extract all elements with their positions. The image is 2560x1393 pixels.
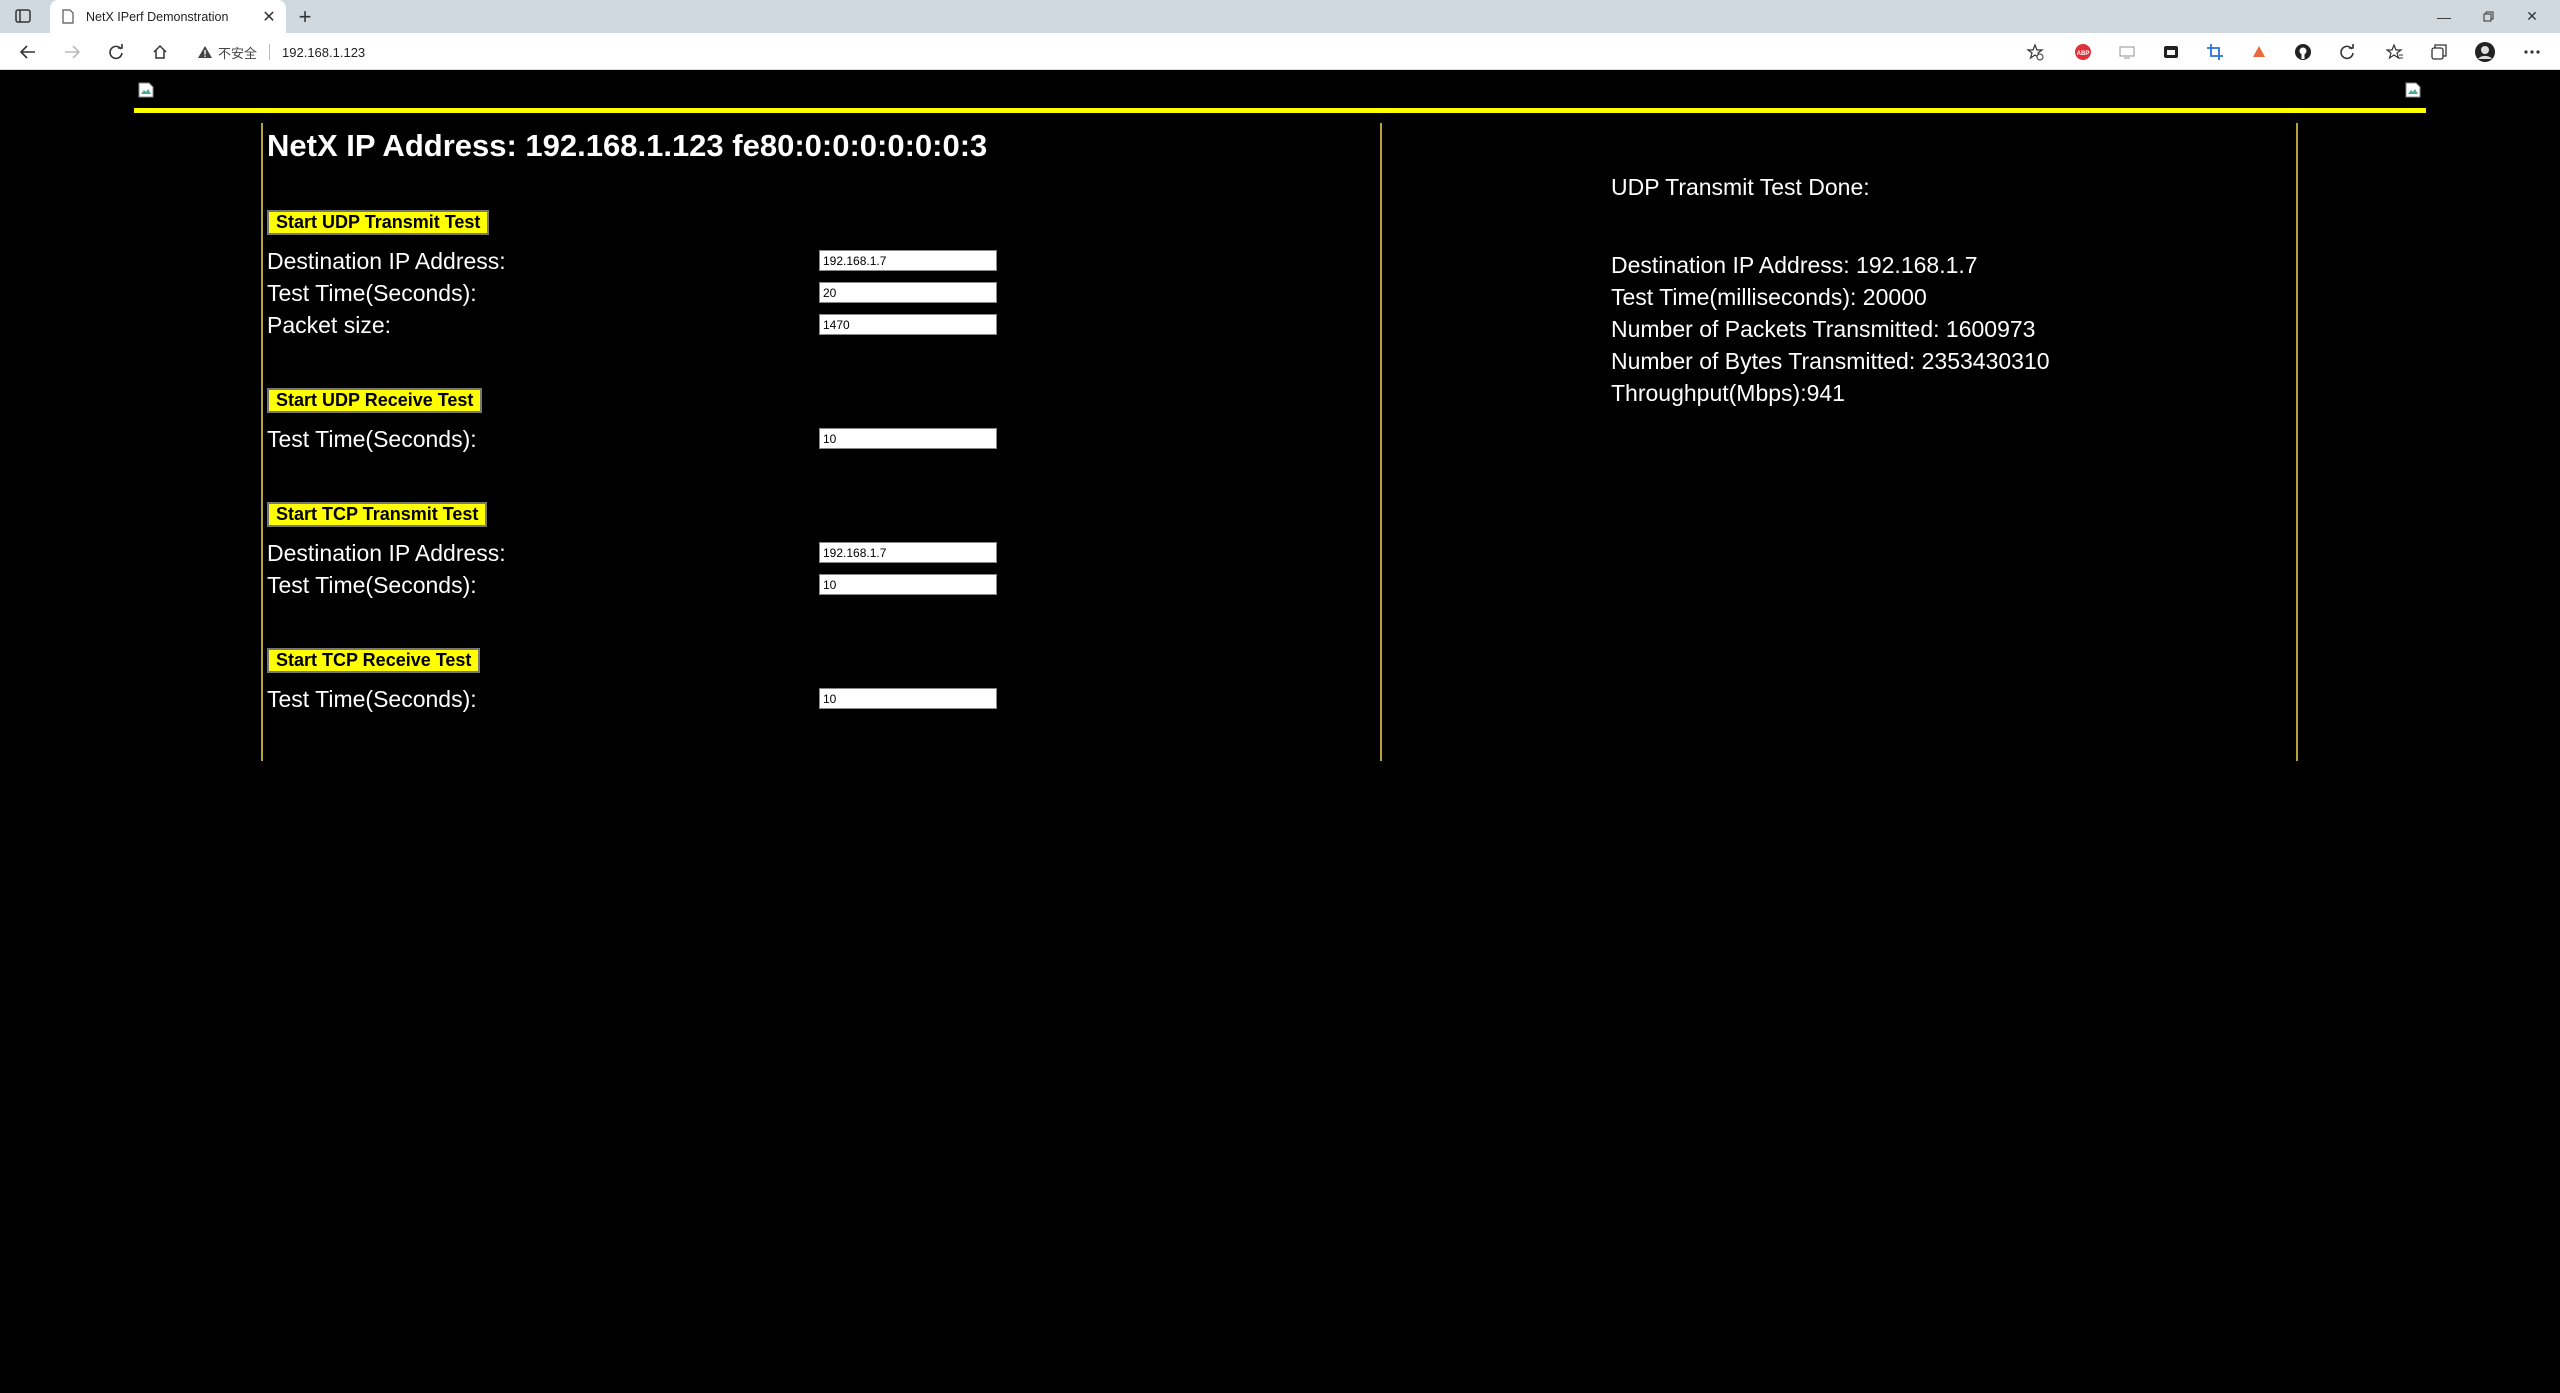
udp-tx-size-label: Packet size: [267, 312, 391, 338]
broken-image-icon [138, 82, 154, 98]
collections-icon[interactable] [2427, 40, 2451, 64]
result-status: UDP Transmit Test Done: [1611, 174, 1870, 200]
column-divider [1380, 123, 1382, 761]
start-tcp-transmit-button[interactable]: Start TCP Transmit Test [267, 502, 488, 527]
ip-address-heading: NetX IP Address: 192.168.1.123 fe80:0:0:… [267, 128, 988, 163]
new-tab-icon[interactable]: + [292, 4, 318, 30]
result-test-time: Test Time(milliseconds): 20000 [1611, 284, 1927, 310]
page-content: NetX IP Address: 192.168.1.123 fe80:0:0:… [0, 70, 2560, 1393]
insecure-label: 不安全 [218, 45, 258, 61]
favorite-add-icon[interactable] [2023, 40, 2047, 64]
restore-icon[interactable] [2466, 0, 2510, 33]
cast-icon[interactable] [2115, 40, 2139, 64]
warning-icon[interactable] [196, 43, 214, 61]
adblock-icon[interactable]: ABP [2071, 40, 2095, 64]
udp-tx-time-label: Test Time(Seconds): [267, 280, 477, 306]
broken-image-icon [2405, 82, 2421, 98]
favorites-icon[interactable] [2383, 40, 2407, 64]
home-icon[interactable] [146, 38, 174, 66]
tab-strip: NetX IPerf Demonstration ✕ + — ✕ [0, 0, 2560, 33]
column-divider [261, 123, 263, 761]
column-divider [2296, 123, 2298, 761]
udp-tx-size-input[interactable] [819, 314, 997, 335]
forward-icon[interactable] [58, 38, 86, 66]
profile-avatar-icon[interactable] [2473, 40, 2497, 64]
header-rule [134, 108, 2426, 113]
tcp-rx-time-input[interactable] [819, 688, 997, 709]
page-icon [60, 9, 76, 25]
more-icon[interactable] [2520, 40, 2544, 64]
extension-icon[interactable] [2159, 40, 2183, 64]
close-icon[interactable]: ✕ [256, 4, 282, 30]
tcp-tx-dest-input[interactable] [819, 542, 997, 563]
result-throughput: Throughput(Mbps):941 [1611, 380, 1845, 406]
result-packets: Number of Packets Transmitted: 1600973 [1611, 316, 2036, 342]
udp-tx-dest-label: Destination IP Address: [267, 248, 506, 274]
tcp-tx-dest-label: Destination IP Address: [267, 540, 506, 566]
reload-icon[interactable] [102, 38, 130, 66]
tcp-rx-time-label: Test Time(Seconds): [267, 686, 477, 712]
tab-title: NetX IPerf Demonstration [86, 9, 229, 24]
tcp-tx-time-label: Test Time(Seconds): [267, 572, 477, 598]
url-text[interactable]: 192.168.1.123 [282, 45, 365, 60]
udp-rx-time-input[interactable] [819, 428, 997, 449]
udp-tx-dest-input[interactable] [819, 250, 997, 271]
github-icon[interactable] [2291, 40, 2315, 64]
udp-rx-time-label: Test Time(Seconds): [267, 426, 477, 452]
divider [269, 44, 271, 60]
tab-actions-icon[interactable] [12, 6, 34, 26]
active-tab[interactable]: NetX IPerf Demonstration ✕ [50, 0, 286, 33]
tcp-tx-time-input[interactable] [819, 574, 997, 595]
start-udp-transmit-button[interactable]: Start UDP Transmit Test [267, 210, 490, 235]
udp-tx-time-input[interactable] [819, 282, 997, 303]
svg-text:ABP: ABP [2077, 51, 2090, 57]
crop-icon[interactable] [2203, 40, 2227, 64]
address-bar[interactable]: 不安全 192.168.1.123 [196, 38, 2026, 66]
sync-icon[interactable] [2335, 40, 2359, 64]
result-bytes: Number of Bytes Transmitted: 2353430310 [1611, 348, 2050, 374]
browser-toolbar: 不安全 192.168.1.123 ABP [0, 33, 2560, 70]
back-icon[interactable] [14, 38, 42, 66]
minimize-icon[interactable]: — [2422, 0, 2466, 33]
triangle-ext-icon[interactable] [2247, 40, 2271, 64]
result-destination: Destination IP Address: 192.168.1.7 [1611, 252, 1978, 278]
start-tcp-receive-button[interactable]: Start TCP Receive Test [267, 648, 481, 673]
window-close-icon[interactable]: ✕ [2510, 0, 2554, 33]
start-udp-receive-button[interactable]: Start UDP Receive Test [267, 388, 483, 413]
